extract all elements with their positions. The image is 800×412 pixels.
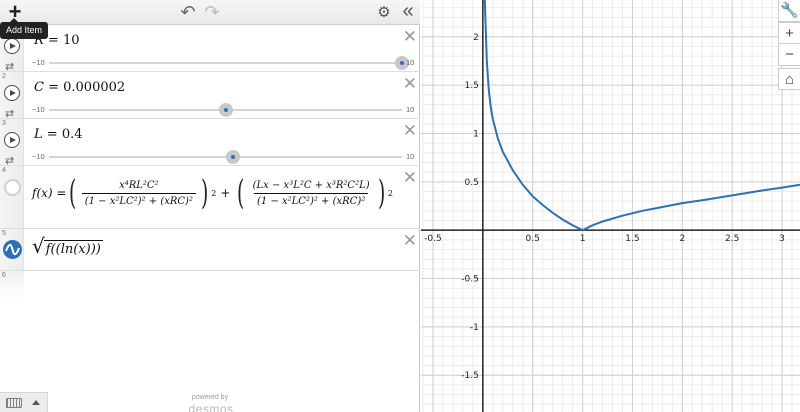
sqrt-expression[interactable]: √f((ln(x))): [32, 234, 103, 258]
y-tick-label: -1: [470, 323, 479, 333]
variable-value: 0.4: [61, 127, 83, 142]
slider-max[interactable]: 10: [406, 152, 414, 161]
expression-row-c[interactable]: 2 ⇄ C = 0.000002 −10 10 ✕: [0, 72, 420, 120]
slider-track[interactable]: [49, 62, 402, 64]
slider-equation[interactable]: L = 0.4: [34, 127, 83, 142]
x-tick-label: -0.5: [424, 234, 442, 244]
graph-visible-wave-icon[interactable]: [3, 240, 22, 259]
graph-canvas[interactable]: -0.5 0.5 1 1.5 2 2.5 3 2 1.5 1 0.5 -0.5 -1 -1.5 🔧 + −…: [421, 0, 800, 412]
row-index: 6: [2, 272, 6, 279]
formula-term1: x⁴RL²C² (1 − x²LC²)² + (xRC)²: [81, 179, 196, 207]
delete-expression-icon[interactable]: ✕: [403, 168, 417, 188]
expression-toolbar: + ↶ ↷ ⚙ «: [0, 0, 420, 25]
home-icon[interactable]: ⌂: [778, 68, 800, 90]
x-tick-label: 0.5: [526, 234, 540, 244]
x-tick-label: 1.5: [625, 234, 639, 244]
variable-value: 10: [62, 33, 80, 48]
row-index: 5: [2, 230, 6, 237]
delete-expression-icon[interactable]: ✕: [403, 74, 417, 94]
delete-expression-icon[interactable]: ✕: [403, 27, 417, 47]
row-gutter: 2 ⇄: [0, 72, 24, 120]
expression-row-formula[interactable]: 4 f(x) = ( x⁴RL²C² (1 − x²LC²)² + (xRC)²…: [0, 166, 420, 229]
add-item-tooltip: Add Item: [0, 18, 49, 39]
row-gutter: 4: [0, 166, 24, 228]
row-index: 3: [2, 120, 6, 127]
term2-numerator: (Lx − x³L²C + x³R²C²L): [252, 179, 370, 191]
gear-icon[interactable]: ⚙: [374, 0, 394, 25]
slider-min[interactable]: −10: [32, 105, 45, 114]
play-icon[interactable]: [4, 85, 20, 101]
y-tick-label: -0.5: [461, 275, 479, 285]
formula-plus: +: [220, 186, 231, 200]
slider-min[interactable]: −10: [32, 58, 45, 67]
expression-row-empty[interactable]: 6: [0, 271, 420, 301]
expression-row-sqrt[interactable]: 5 √f((ln(x))) ✕: [0, 229, 420, 271]
row-index: 2: [2, 73, 6, 80]
undo-icon[interactable]: ↶: [178, 0, 198, 25]
keyboard-icon: [6, 398, 22, 408]
y-tick-label: 1.5: [465, 81, 479, 91]
term2-exponent: 2: [387, 188, 393, 198]
formula-term2: (Lx − x³L²C + x³R²C²L) (1 − x²LC²)² + (x…: [250, 180, 373, 207]
keyboard-toggle-button[interactable]: [0, 392, 48, 412]
x-tick-label: 3: [779, 234, 785, 244]
row-gutter: 3 ⇄: [0, 119, 24, 167]
play-icon[interactable]: [4, 132, 20, 148]
expression-panel: + ↶ ↷ ⚙ « Add Item 1 ⇄ R = 10 −10 10 ✕: [0, 0, 420, 412]
formula-expression[interactable]: f(x) = ( x⁴RL²C² (1 − x²LC²)² + (xRC)² )…: [32, 176, 393, 210]
desmos-logo: desmos: [188, 402, 234, 412]
sqrt-radicand: f((ln(x))): [43, 240, 103, 257]
term1-denominator: (1 − x²LC²)² + (xRC)²: [81, 192, 196, 207]
slider-min[interactable]: −10: [32, 152, 45, 161]
y-tick-label: 0.5: [465, 178, 479, 188]
expression-list: 1 ⇄ R = 10 −10 10 ✕ 2 ⇄ C: [0, 25, 420, 387]
slider-handle[interactable]: [225, 150, 240, 164]
variable-name: C: [34, 80, 44, 95]
powered-by-label: powered by: [191, 394, 229, 401]
delete-expression-icon[interactable]: ✕: [403, 231, 417, 251]
term2-denominator: (1 − x²LC²)² + (xRC)²: [254, 192, 369, 207]
expression-row-l[interactable]: 3 ⇄ L = 0.4 −10 10 ✕: [0, 119, 420, 167]
graph-plot[interactable]: -0.5 0.5 1 1.5 2 2.5 3 2 1.5 1 0.5 -0.5 -1 -1.5: [421, 0, 800, 412]
play-icon[interactable]: [4, 38, 20, 54]
slider-max[interactable]: 10: [406, 105, 414, 114]
row-gutter: 5: [0, 229, 24, 270]
slider-equation[interactable]: C = 0.000002: [34, 80, 125, 95]
y-tick-label: 2: [473, 33, 479, 43]
delete-expression-icon[interactable]: ✕: [403, 121, 417, 141]
term1-exponent: 2: [211, 188, 217, 198]
x-tick-label: 2.5: [725, 234, 739, 244]
redo-icon[interactable]: ↷: [202, 0, 222, 25]
slider-max[interactable]: 10: [406, 58, 414, 67]
caret-up-icon: [32, 400, 40, 405]
wrench-icon[interactable]: 🔧: [778, 0, 800, 22]
variable-value: 0.000002: [63, 80, 126, 95]
y-tick-label: -1.5: [461, 371, 479, 381]
x-tick-label: 2: [679, 234, 685, 244]
term1-numerator: x⁴RL²C²: [119, 179, 159, 191]
variable-name: L: [34, 127, 43, 142]
zoom-in-button[interactable]: +: [778, 22, 800, 44]
hidden-graph-toggle-icon[interactable]: [4, 179, 21, 196]
x-tick-label: 1: [580, 234, 586, 244]
zoom-out-button[interactable]: −: [778, 44, 800, 66]
formula-lhs: f(x) =: [32, 186, 67, 200]
expression-row-r[interactable]: 1 ⇄ R = 10 −10 10 ✕: [0, 25, 420, 73]
y-tick-label: 1: [473, 129, 479, 139]
row-gutter: 6: [0, 271, 24, 301]
collapse-panel-icon[interactable]: «: [398, 0, 418, 25]
slider-handle[interactable]: [218, 103, 233, 117]
row-index: 4: [2, 167, 6, 174]
